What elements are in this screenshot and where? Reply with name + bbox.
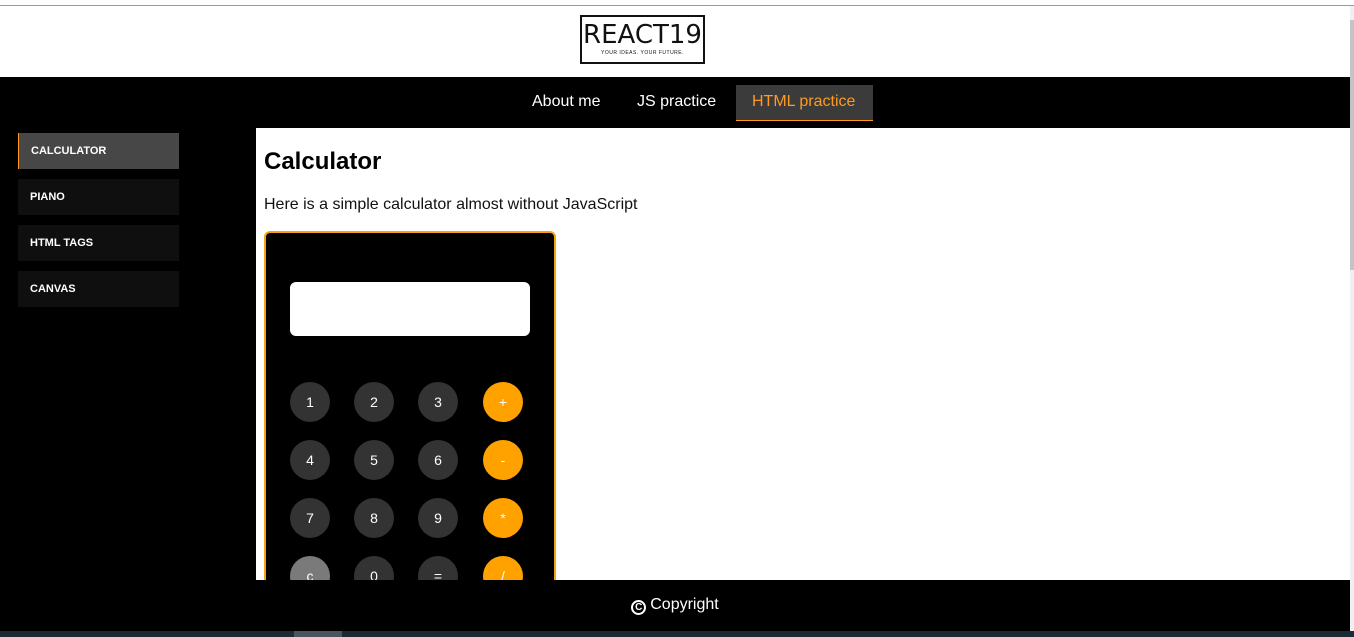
main-nav: About me JS practice HTML practice [0, 77, 1350, 128]
key-6[interactable]: 6 [418, 440, 458, 480]
site-footer: C Copyright [0, 580, 1350, 631]
key-2[interactable]: 2 [354, 382, 394, 422]
key-9[interactable]: 9 [418, 498, 458, 538]
footer-text: Copyright [650, 596, 719, 613]
sidebar: CALCULATOR PIANO HTML TAGS CANVAS [0, 128, 256, 580]
key-1[interactable]: 1 [290, 382, 330, 422]
site-logo[interactable]: REACT19 YOUR IDEAS. YOUR FUTURE. [580, 15, 705, 64]
sidebar-item-canvas[interactable]: CANVAS [18, 271, 179, 307]
key-equals[interactable]: = [418, 556, 458, 580]
key-3[interactable]: 3 [418, 382, 458, 422]
nav-item-about-me[interactable]: About me [516, 85, 616, 121]
page-title: Calculator [264, 148, 382, 175]
key-4[interactable]: 4 [290, 440, 330, 480]
page-scrollbar-thumb[interactable] [1350, 20, 1354, 270]
key-plus[interactable]: + [483, 382, 523, 422]
key-7[interactable]: 7 [290, 498, 330, 538]
os-taskbar [0, 631, 1354, 637]
key-minus[interactable]: - [483, 440, 523, 480]
sidebar-item-html-tags[interactable]: HTML TAGS [18, 225, 179, 261]
nav-item-html-practice[interactable]: HTML practice [736, 85, 873, 121]
key-multiply[interactable]: * [483, 498, 523, 538]
sidebar-item-calculator[interactable]: CALCULATOR [18, 133, 179, 169]
key-0[interactable]: 0 [354, 556, 394, 580]
main-content: Calculator Here is a simple calculator a… [256, 128, 1350, 580]
key-8[interactable]: 8 [354, 498, 394, 538]
taskbar-app-button[interactable] [294, 631, 342, 637]
logo-wordmark: REACT19 [583, 20, 702, 50]
sidebar-item-piano[interactable]: PIANO [18, 179, 179, 215]
nav-item-js-practice[interactable]: JS practice [621, 85, 732, 121]
key-5[interactable]: 5 [354, 440, 394, 480]
page-description: Here is a simple calculator almost witho… [264, 196, 638, 213]
calculator-display[interactable] [290, 282, 530, 336]
calculator: 1 2 3 + 4 5 6 - 7 8 9 * c 0 = / [264, 231, 556, 580]
copyright-icon: C [631, 600, 647, 615]
logo-tagline: YOUR IDEAS. YOUR FUTURE. [600, 50, 685, 56]
footer-copyright: C Copyright [631, 596, 719, 615]
key-divide[interactable]: / [483, 556, 523, 580]
key-clear[interactable]: c [290, 556, 330, 580]
site-header: REACT19 YOUR IDEAS. YOUR FUTURE. [0, 6, 1350, 77]
